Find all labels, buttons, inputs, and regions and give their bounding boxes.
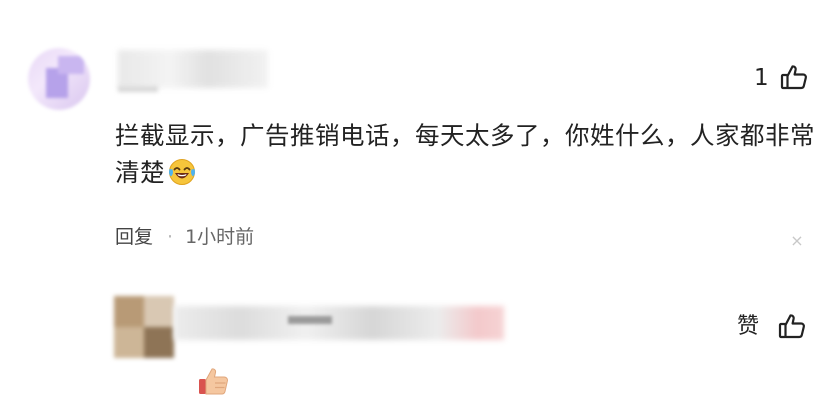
like-count: 1 [754, 65, 769, 91]
thumbs-up-icon [779, 62, 809, 92]
username-blurred-detail [118, 86, 158, 92]
avatar[interactable] [28, 48, 90, 110]
like-button[interactable] [779, 62, 809, 92]
username-blurred[interactable] [118, 50, 268, 88]
close-icon[interactable]: × [789, 233, 805, 249]
thumbs-up-icon [777, 311, 807, 341]
like-button[interactable] [777, 311, 807, 341]
username-blurred[interactable] [174, 306, 504, 340]
meta-separator: · [167, 226, 174, 248]
comment-time: 1小时前 [185, 226, 255, 248]
username-blurred-detail [288, 316, 332, 324]
thumbs-up-emoji-icon [196, 363, 232, 399]
like-label: 赞 [737, 314, 760, 339]
avatar[interactable] [114, 296, 174, 358]
laughing-tears-emoji-icon [167, 157, 197, 187]
comment-meta: 回复 · 1小时前 [115, 223, 254, 251]
comment-text: 拦截显示，广告推销电话，每天太多了，你姓什么，人家都非常清楚 [115, 121, 815, 187]
reply-button[interactable]: 回复 [115, 226, 153, 248]
